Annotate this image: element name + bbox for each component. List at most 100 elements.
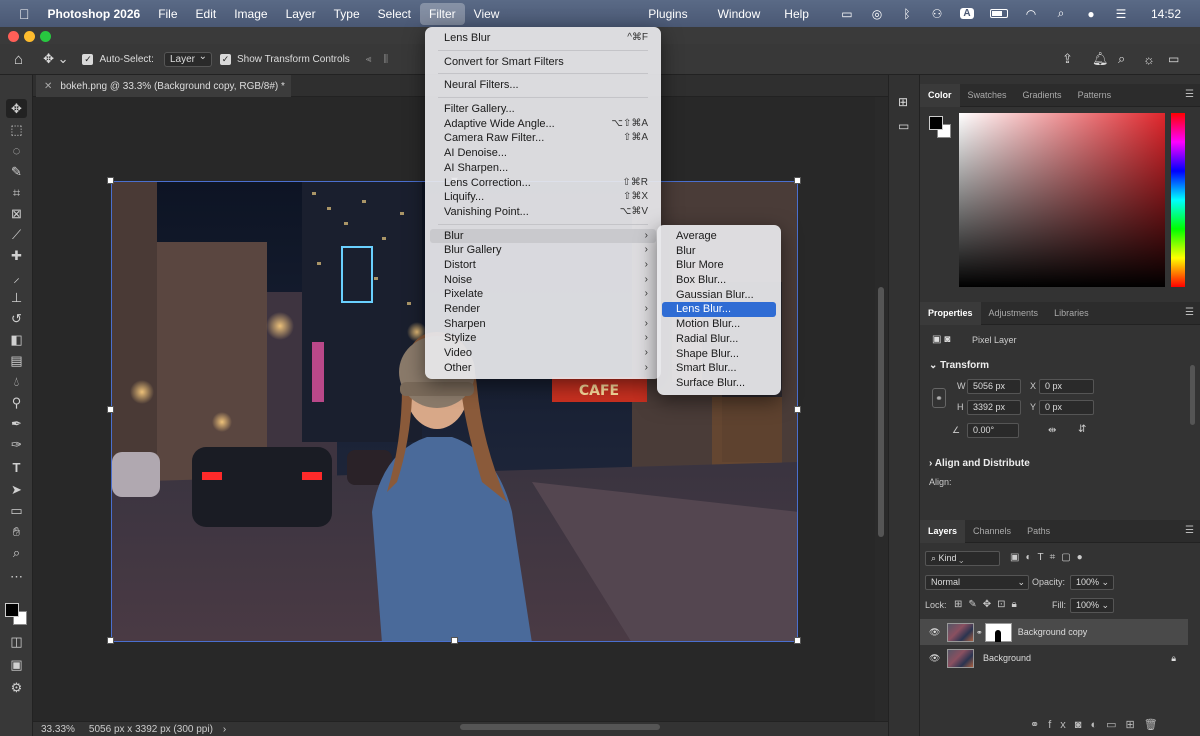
- add-mask-icon[interactable]: ◙: [1075, 719, 1091, 731]
- filter-menu-item-stylize[interactable]: Stylize ›: [430, 331, 656, 346]
- tab-layers[interactable]: Layers: [920, 519, 966, 543]
- menu-app-name[interactable]: Photoshop 2026: [39, 3, 150, 25]
- control-center-icon[interactable]: ☰: [1112, 7, 1130, 21]
- flip-vertical-icon[interactable]: ⇵: [1078, 424, 1086, 435]
- blur-submenu-item-box-blur[interactable]: Box Blur...: [662, 273, 776, 288]
- blur-submenu-item-gaussian-blur[interactable]: Gaussian Blur...: [662, 288, 776, 303]
- fx-icon[interactable]: fx: [1048, 719, 1075, 731]
- lock-icons[interactable]: ⊞✎✥⊡🔒︎: [954, 599, 1023, 610]
- transform-handle-tl[interactable]: [107, 177, 114, 184]
- discover-icon[interactable]: ☼: [1143, 52, 1155, 67]
- foreground-color-swatch[interactable]: [5, 603, 19, 617]
- hue-slider[interactable]: [1171, 113, 1185, 287]
- move-tool-preset-icon[interactable]: ✥ ⌄: [43, 51, 68, 67]
- document-tab[interactable]: ✕ bokeh.png @ 33.3% (Background copy, RG…: [36, 75, 291, 97]
- move-tool-icon[interactable]: ✥: [6, 99, 27, 118]
- notifications-icon[interactable]: 🔔︎: [1092, 51, 1109, 67]
- blur-submenu-item-lens-blur[interactable]: Lens Blur...: [662, 302, 776, 318]
- color-picker-field[interactable]: [959, 113, 1165, 287]
- close-window-button[interactable]: [8, 31, 19, 42]
- blur-submenu-item-motion-blur[interactable]: Motion Blur...: [662, 317, 776, 332]
- screen-mode-icon[interactable]: ▣: [6, 655, 27, 674]
- apple-icon[interactable]: : [10, 3, 39, 25]
- transform-handle-tr[interactable]: [794, 177, 801, 184]
- layer-name[interactable]: Background: [983, 653, 1031, 663]
- accessibility-icon[interactable]: ⚇: [928, 7, 946, 21]
- angle-input[interactable]: 0.00°: [967, 423, 1019, 438]
- eraser-tool-icon[interactable]: ◧: [6, 330, 27, 349]
- pen-alt-tool-icon[interactable]: ✑: [6, 435, 27, 454]
- layer-mask-thumbnail[interactable]: [984, 622, 1012, 642]
- blend-mode-dropdown[interactable]: Normal ⌄: [925, 575, 1029, 590]
- share-icon[interactable]: ⇪: [1062, 51, 1073, 67]
- spotlight-search-icon[interactable]: ⌕: [1052, 6, 1070, 21]
- panel-foreground-swatch[interactable]: [929, 116, 943, 130]
- tab-properties[interactable]: Properties: [920, 301, 981, 325]
- eyedropper-tool-icon[interactable]: ⟋: [6, 225, 27, 244]
- dodge-tool-icon[interactable]: ⚲: [6, 393, 27, 412]
- blur-tool-icon[interactable]: 💧︎: [6, 372, 27, 391]
- filter-menu-item-video[interactable]: Video ›: [430, 346, 656, 361]
- menubar-clock[interactable]: 14:52: [1142, 3, 1190, 25]
- tab-gradients[interactable]: Gradients: [1015, 84, 1070, 107]
- blur-submenu-item-smart-blur[interactable]: Smart Blur...: [662, 361, 776, 376]
- crop-tool-icon[interactable]: ⌗: [6, 183, 27, 202]
- hand-tool-icon[interactable]: ✋︎: [6, 522, 27, 541]
- zoom-level[interactable]: 33.33%: [41, 724, 75, 735]
- layer-lock-icon[interactable]: 🔒︎: [1171, 653, 1176, 664]
- filter-menu-item-adaptive-wide-angle[interactable]: Adaptive Wide Angle... ⌥⇧⌘A: [430, 117, 656, 132]
- siri-icon[interactable]: ●: [1082, 7, 1100, 21]
- minimize-window-button[interactable]: [24, 31, 35, 42]
- history-brush-tool-icon[interactable]: ↺: [6, 309, 27, 328]
- filter-menu-item-distort[interactable]: Distort ›: [430, 258, 656, 273]
- width-input[interactable]: 5056 px: [967, 379, 1021, 394]
- path-select-tool-icon[interactable]: ➤: [6, 480, 27, 499]
- align-distribute-header[interactable]: › Align and Distribute: [929, 458, 1030, 469]
- layer-filter-icons[interactable]: ▣◐T⌗▢●: [1010, 552, 1089, 563]
- link-layers-icon[interactable]: ⚭: [1030, 719, 1048, 731]
- align-left-icon[interactable]: ⫷: [366, 54, 372, 65]
- comments-panel-icon[interactable]: ▭: [898, 119, 909, 133]
- more-tools-icon[interactable]: ⋯: [6, 567, 27, 586]
- auto-select-checkbox[interactable]: ✓: [82, 53, 94, 65]
- transform-handle-br[interactable]: [794, 637, 801, 644]
- new-group-icon[interactable]: ▭: [1106, 719, 1125, 731]
- menu-plugins[interactable]: Plugins: [639, 3, 696, 25]
- filter-menu-item-liquify[interactable]: Liquify... ⇧⌘X: [430, 190, 656, 205]
- tab-color[interactable]: Color: [920, 83, 960, 107]
- generative-icon[interactable]: ⚙: [6, 678, 27, 697]
- marquee-tool-icon[interactable]: ⬚: [6, 120, 27, 139]
- menu-edit[interactable]: Edit: [187, 3, 226, 25]
- new-layer-icon[interactable]: ⊞: [1126, 719, 1144, 731]
- filter-menu-item-other[interactable]: Other ›: [430, 361, 656, 376]
- menu-select[interactable]: Select: [369, 3, 420, 25]
- tab-channels[interactable]: Channels: [965, 520, 1019, 543]
- layer-visibility-eye-icon[interactable]: 👁︎: [929, 627, 947, 638]
- battery-icon[interactable]: [988, 7, 1010, 21]
- bluetooth-icon[interactable]: ᛒ: [898, 7, 916, 21]
- vertical-scroll-thumb[interactable]: [878, 287, 884, 537]
- filter-menu-item-convert-for-smart-filters[interactable]: Convert for Smart Filters: [430, 55, 656, 70]
- opacity-input[interactable]: 100% ⌄: [1070, 575, 1114, 590]
- layers-panel-menu-icon[interactable]: ☰: [1185, 525, 1194, 536]
- quick-select-tool-icon[interactable]: ✎: [6, 162, 27, 181]
- layer-row-background-copy[interactable]: 👁︎ ⚭ Background copy: [920, 619, 1188, 645]
- transform-header[interactable]: ⌄ Transform: [929, 360, 989, 371]
- quick-mask-icon[interactable]: ◫: [6, 632, 27, 651]
- transform-handle-bl[interactable]: [107, 637, 114, 644]
- transform-handle-mr[interactable]: [794, 406, 801, 413]
- canvas-vertical-scrollbar[interactable]: [875, 97, 888, 721]
- layer-filter-kind[interactable]: ⌕ Kind ⌄: [925, 551, 1000, 566]
- close-tab-icon[interactable]: ✕: [44, 81, 52, 92]
- filter-menu-item-render[interactable]: Render ›: [430, 302, 656, 317]
- menu-view[interactable]: View: [465, 3, 509, 25]
- blur-submenu-item-surface-blur[interactable]: Surface Blur...: [662, 376, 776, 391]
- menu-image[interactable]: Image: [225, 3, 276, 25]
- menu-file[interactable]: File: [149, 3, 186, 25]
- filter-menu-item-filter-gallery[interactable]: Filter Gallery...: [430, 102, 656, 117]
- display-icon[interactable]: ▭: [838, 7, 856, 21]
- transform-handle-bm[interactable]: [451, 637, 458, 644]
- home-icon[interactable]: ⌂: [14, 51, 23, 68]
- healing-brush-tool-icon[interactable]: ✚: [6, 246, 27, 265]
- properties-scroll-thumb[interactable]: [1190, 365, 1195, 425]
